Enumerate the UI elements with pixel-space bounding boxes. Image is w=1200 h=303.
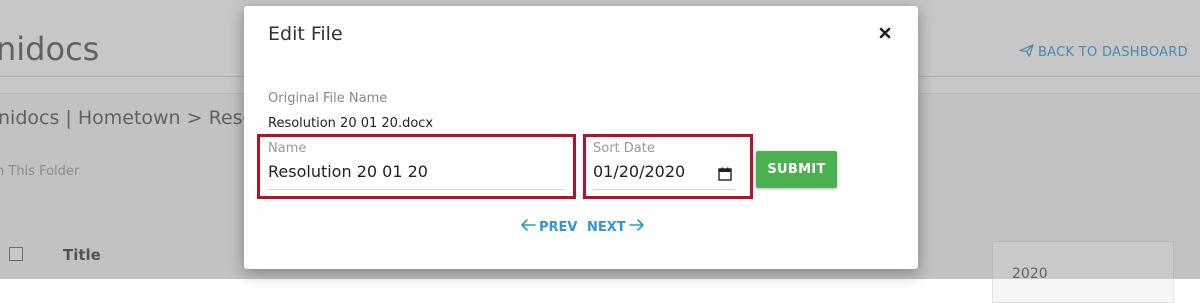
close-icon bbox=[877, 26, 893, 45]
next-link[interactable]: NEXT bbox=[587, 218, 645, 236]
modal-title: Edit File bbox=[268, 23, 343, 45]
name-input[interactable]: Resolution 20 01 20 bbox=[268, 162, 565, 190]
edit-file-modal: Edit File Original File Name Resolution … bbox=[244, 6, 918, 269]
submit-button[interactable]: SUBMIT bbox=[756, 151, 837, 188]
sort-date-input[interactable]: 01/20/2020 bbox=[593, 162, 735, 190]
sort-date-field-label: Sort Date bbox=[593, 141, 655, 156]
arrow-left-icon bbox=[520, 218, 536, 236]
name-field-label: Name bbox=[268, 141, 307, 156]
next-label: NEXT bbox=[587, 219, 626, 235]
original-file-name-value: Resolution 20 01 20.docx bbox=[268, 116, 434, 131]
original-file-name-label: Original File Name bbox=[268, 91, 388, 106]
arrow-right-icon bbox=[628, 218, 645, 236]
prev-label: PREV bbox=[539, 219, 578, 235]
calendar-icon[interactable] bbox=[718, 166, 732, 181]
close-button[interactable] bbox=[877, 25, 893, 41]
prev-link[interactable]: PREV bbox=[520, 218, 577, 236]
